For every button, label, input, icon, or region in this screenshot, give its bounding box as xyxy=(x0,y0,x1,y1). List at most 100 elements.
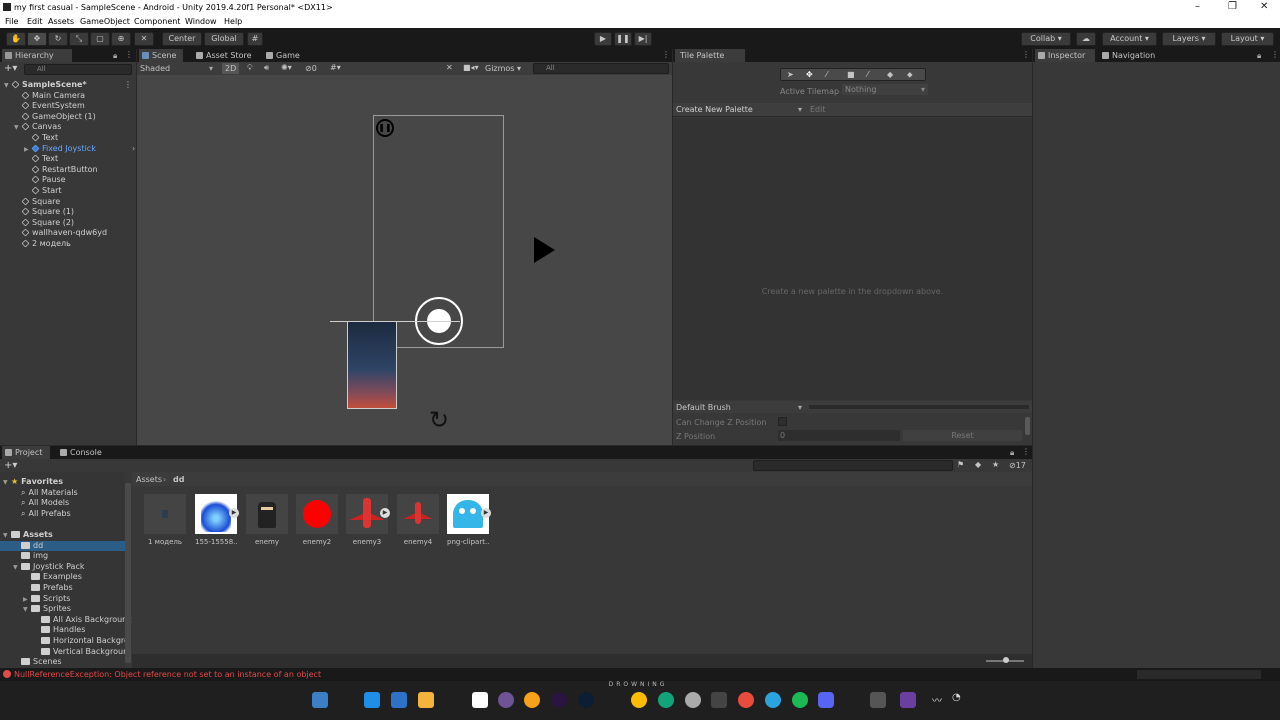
expand-arrow-icon[interactable]: ▶ xyxy=(481,508,491,518)
expand-toggle-icon[interactable]: ▼ xyxy=(13,563,21,573)
z-position-field[interactable]: 0 xyxy=(778,430,900,441)
hierarchy-item[interactable]: RestartButton xyxy=(24,165,98,175)
scene-viewport[interactable]: ❚❚ ↻ xyxy=(137,75,672,445)
status-bar[interactable]: NullReferenceException: Object reference… xyxy=(0,668,1280,681)
project-tree-item[interactable]: Vertical Backgroun xyxy=(0,647,128,657)
create-add-icon[interactable]: +▾ xyxy=(4,63,17,74)
custom-tool-icon[interactable]: ✕ xyxy=(134,32,154,46)
hierarchy-item[interactable]: Start xyxy=(24,186,62,196)
project-tree-item[interactable]: ▼ Sprites xyxy=(0,604,125,614)
opera-icon[interactable] xyxy=(658,692,674,708)
hidden-objects-icon[interactable]: ⊘0 xyxy=(305,64,317,73)
expand-toggle-icon[interactable]: ▼ xyxy=(14,123,22,133)
notion-icon[interactable] xyxy=(472,692,488,708)
project-search-input[interactable] xyxy=(753,460,953,471)
windows-start-icon[interactable] xyxy=(364,692,380,708)
hierarchy-item[interactable]: Square (1) xyxy=(14,207,74,217)
notes-icon[interactable] xyxy=(418,692,434,708)
hand-tool-icon[interactable]: ✋ xyxy=(6,32,26,46)
project-tree-item[interactable]: ▼ Joystick Pack xyxy=(0,562,125,572)
asset-item[interactable]: ▶ enemy3 xyxy=(346,494,390,546)
can-change-z-checkbox[interactable] xyxy=(778,417,787,426)
menu-component[interactable]: Component xyxy=(134,17,180,26)
expand-toggle-icon[interactable]: ▼ xyxy=(3,478,11,488)
scene-menu-icon[interactable]: ⋮ xyxy=(662,50,670,59)
layout-dropdown[interactable]: Layout ▾ xyxy=(1221,32,1274,46)
tab-project[interactable]: Project xyxy=(2,446,50,459)
move-tool-icon[interactable]: ✥ xyxy=(27,32,47,46)
menu-help[interactable]: Help xyxy=(224,17,242,26)
pivot-global-button[interactable]: Global xyxy=(204,32,244,46)
expand-toggle-icon[interactable]: ▼ xyxy=(23,605,31,615)
tile-menu-icon[interactable]: ⋮ xyxy=(1022,50,1030,59)
hierarchy-item[interactable]: Square xyxy=(14,197,60,207)
project-tree-item[interactable]: ▼ ★ Favorites xyxy=(0,477,125,487)
lighting-icon[interactable]: 💡︎ xyxy=(247,63,253,73)
github-icon[interactable] xyxy=(498,692,514,708)
rotate-tool-icon[interactable]: ↻ xyxy=(48,32,68,46)
premiere-icon[interactable] xyxy=(551,692,567,708)
hierarchy-search-input[interactable]: All xyxy=(24,64,132,75)
hierarchy-item[interactable]: Square (2) xyxy=(14,218,74,228)
chrome-icon[interactable] xyxy=(631,692,647,708)
tab-asset-store[interactable]: Asset Store xyxy=(193,49,253,62)
discord-icon[interactable] xyxy=(818,692,834,708)
spotify-icon[interactable] xyxy=(792,692,808,708)
hierarchy-item[interactable]: Main Camera xyxy=(14,91,85,101)
wifi-icon[interactable]: ◔ xyxy=(952,692,961,703)
palette-edit-button[interactable]: Edit xyxy=(810,105,826,114)
project-create-icon[interactable]: +▾ xyxy=(4,460,17,471)
tab-tile-palette[interactable]: Tile Palette xyxy=(675,49,745,62)
breadcrumb-dd[interactable]: dd xyxy=(173,475,184,484)
z-reset-button[interactable]: Reset xyxy=(903,430,1022,441)
grid-app-icon[interactable] xyxy=(685,692,701,708)
tab-navigation[interactable]: Navigation xyxy=(1099,49,1165,62)
grid-icon[interactable]: #▾ xyxy=(330,63,341,72)
project-tree-item[interactable]: Scenes xyxy=(0,657,125,667)
minimize-button[interactable]: – xyxy=(1195,1,1200,12)
fill-icon[interactable]: ⬥ xyxy=(907,70,913,80)
discord-alt-icon[interactable] xyxy=(524,692,540,708)
pause-button[interactable]: ❚❚ xyxy=(614,32,632,46)
menu-edit[interactable]: Edit xyxy=(27,17,43,26)
hierarchy-item[interactable]: Text xyxy=(24,154,58,164)
effects-icon[interactable]: ✺▾ xyxy=(281,63,292,72)
brush-dropdown[interactable]: Default Brush xyxy=(676,403,731,412)
kebab-menu-icon[interactable]: ⋮ xyxy=(125,50,133,59)
breadcrumb-assets[interactable]: Assets xyxy=(136,475,162,484)
picker-icon[interactable]: ⁄ xyxy=(867,70,868,79)
expand-arrow-icon[interactable]: ▶ xyxy=(229,508,239,518)
inspector-lock-icon[interactable]: 🔒︎ xyxy=(1257,51,1261,61)
hierarchy-item[interactable]: EventSystem xyxy=(14,101,85,111)
asset-item[interactable]: ▶ 155-15558... xyxy=(195,494,239,546)
menu-gameobject[interactable]: GameObject xyxy=(80,17,130,26)
asset-item[interactable]: enemy xyxy=(246,494,288,546)
expand-toggle-icon[interactable]: ▶ xyxy=(23,595,31,605)
paint-brush-icon[interactable]: ⁄ xyxy=(826,70,827,79)
gizmos-dropdown[interactable]: Gizmos ▾ xyxy=(485,64,521,73)
project-tree-item[interactable]: Prefabs xyxy=(0,583,125,593)
project-tree-item[interactable]: ▶ Scripts xyxy=(0,594,125,604)
expand-toggle-icon[interactable]: ▼ xyxy=(3,531,11,541)
hierarchy-item[interactable]: GameObject (1) xyxy=(14,112,96,122)
menu-file[interactable]: File xyxy=(5,17,18,26)
step-button[interactable]: ▶| xyxy=(634,32,652,46)
hidden-packages-icon[interactable]: ⊘17 xyxy=(1009,461,1026,470)
zoom-slider-thumb[interactable] xyxy=(1003,657,1009,663)
filter-label-icon[interactable]: ◆ xyxy=(975,460,981,469)
menu-window[interactable]: Window xyxy=(185,17,217,26)
app-store-icon[interactable] xyxy=(391,692,407,708)
active-tilemap-dropdown[interactable]: Nothing ▾ xyxy=(842,84,928,95)
lock-icon[interactable]: 🔒︎ xyxy=(113,51,117,61)
scene-options-icon[interactable]: ⋮ xyxy=(124,80,132,90)
close-button[interactable]: ✕ xyxy=(1260,1,1268,12)
terminal-icon[interactable] xyxy=(711,692,727,708)
project-tree-item[interactable]: ⌕ All Materials xyxy=(0,488,125,498)
tab-scene[interactable]: Scene xyxy=(139,49,183,62)
tile-scrollbar[interactable] xyxy=(1025,417,1030,435)
visual-studio-icon[interactable] xyxy=(900,692,916,708)
status-error-text[interactable]: NullReferenceException: Object reference… xyxy=(14,670,321,679)
project-menu-icon[interactable]: ⋮ xyxy=(1022,447,1030,456)
scale-tool-icon[interactable]: ⤡ xyxy=(69,32,89,46)
project-tree-item[interactable]: ▼ Assets xyxy=(0,530,125,540)
